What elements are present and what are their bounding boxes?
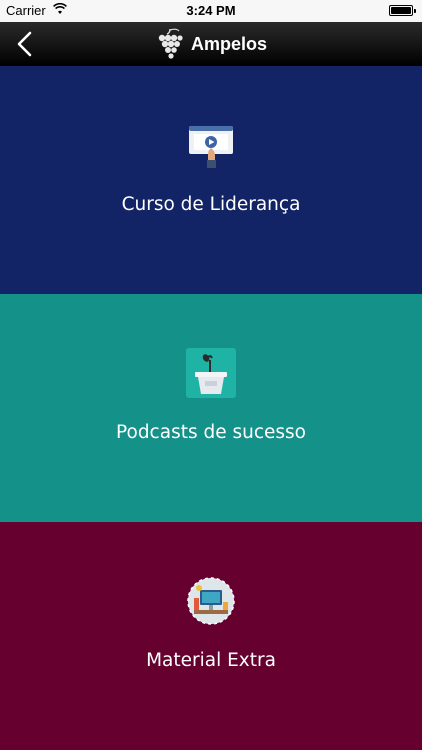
podium-microphone-icon: [186, 348, 236, 398]
menu-item-podcasts-sucesso[interactable]: Podcasts de sucesso: [0, 294, 422, 522]
app-brand: Ampelos: [0, 22, 422, 66]
battery-icon: [389, 5, 416, 16]
menu-item-label: Podcasts de sucesso: [116, 422, 306, 443]
battery-level: [391, 7, 411, 14]
menu-item-label: Material Extra: [146, 650, 276, 671]
video-presentation-icon: [189, 126, 233, 168]
clock-time: 3:24 PM: [186, 3, 236, 18]
app-title: Ampelos: [190, 33, 268, 54]
status-bar: Carrier 3:24 PM: [0, 0, 422, 22]
grape-cluster-icon: [158, 28, 183, 59]
desk-computer-icon: [187, 577, 235, 625]
menu-item-label: Curso de Liderança: [121, 194, 301, 215]
menu-item-curso-lideranca[interactable]: Curso de Liderança: [0, 66, 422, 294]
menu-item-material-extra[interactable]: Material Extra: [0, 522, 422, 750]
navigation-bar: Ampelos: [0, 22, 422, 66]
